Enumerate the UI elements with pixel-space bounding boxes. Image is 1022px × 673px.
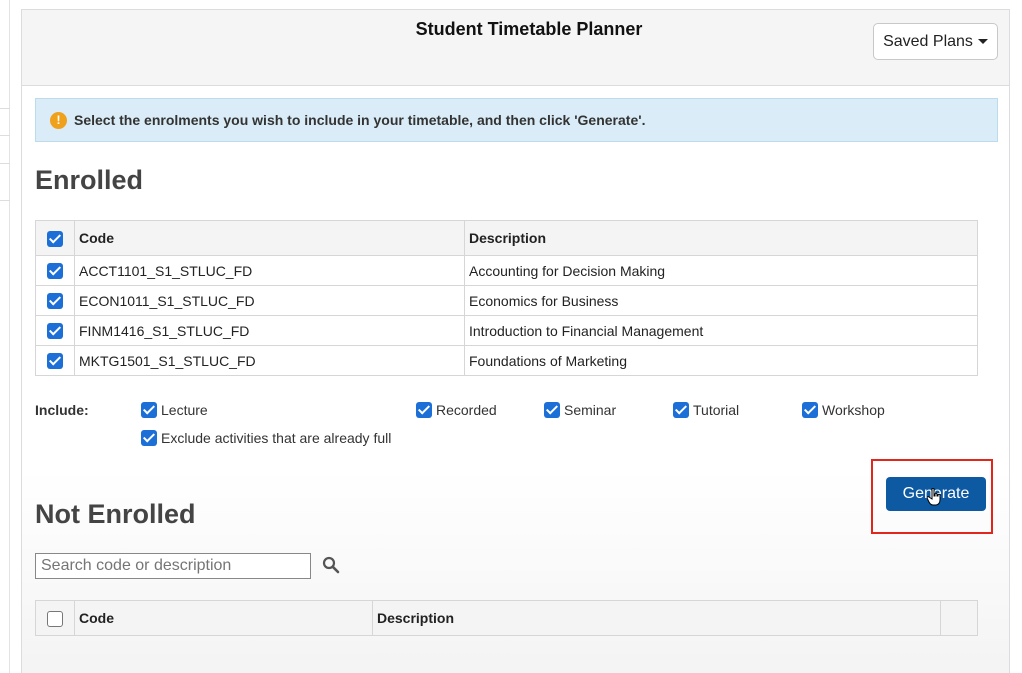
enrolled-table: Code Description ACCT1101_S1_STLUC_FD Ac… [35, 220, 978, 376]
table-row: ECON1011_S1_STLUC_FD Economics for Busin… [35, 285, 978, 316]
row-checkbox[interactable] [47, 323, 63, 340]
exclude-full-checkbox[interactable] [141, 430, 157, 446]
column-header-code[interactable]: Code [74, 600, 373, 636]
not-enrolled-heading: Not Enrolled [35, 499, 196, 529]
select-all-cell [35, 220, 75, 256]
column-header-code[interactable]: Code [74, 220, 465, 256]
saved-plans-label: Saved Plans [883, 32, 973, 50]
not-enrolled-table: Code Description [35, 600, 978, 636]
course-code: FINM1416_S1_STLUC_FD [74, 315, 465, 346]
hand-cursor-icon [927, 488, 941, 506]
course-description: Introduction to Financial Management [464, 315, 978, 346]
page-title: Student Timetable Planner [415, 19, 643, 39]
timetable-planner-panel: Student Timetable Planner Saved Plans ! … [21, 9, 1010, 673]
divider [0, 200, 10, 201]
enrolled-heading: Enrolled [35, 165, 144, 195]
option-exclude-full[interactable]: Exclude activities that are already full [141, 430, 391, 446]
course-description: Foundations of Marketing [464, 345, 978, 376]
select-all-checkbox[interactable] [47, 610, 63, 627]
option-seminar[interactable]: Seminar [544, 402, 616, 418]
search-input[interactable] [35, 553, 311, 579]
option-recorded[interactable]: Recorded [416, 402, 497, 418]
table-row: ACCT1101_S1_STLUC_FD Accounting for Deci… [35, 255, 978, 286]
panel-header: Student Timetable Planner Saved Plans [22, 10, 1009, 86]
course-description: Economics for Business [464, 285, 978, 316]
table-header-row: Code Description [35, 600, 978, 636]
select-all-checkbox[interactable] [47, 230, 63, 247]
course-description: Accounting for Decision Making [464, 255, 978, 286]
option-lecture[interactable]: Lecture [141, 402, 208, 418]
table-header-row: Code Description [35, 220, 978, 256]
column-header-empty [940, 600, 978, 636]
recorded-checkbox[interactable] [416, 402, 432, 418]
caret-down-icon [977, 39, 988, 44]
column-header-description[interactable]: Description [464, 220, 978, 256]
tutorial-checkbox[interactable] [673, 402, 689, 418]
column-header-description[interactable]: Description [372, 600, 941, 636]
row-checkbox[interactable] [47, 353, 63, 370]
row-checkbox[interactable] [47, 293, 63, 310]
divider [0, 163, 10, 164]
option-tutorial[interactable]: Tutorial [673, 402, 739, 418]
search-icon[interactable] [319, 551, 343, 579]
course-code: ECON1011_S1_STLUC_FD [74, 285, 465, 316]
info-alert: ! Select the enrolments you wish to incl… [35, 98, 998, 142]
info-text: Select the enrolments you wish to includ… [74, 112, 646, 128]
divider [0, 135, 10, 136]
left-sidebar-edge [0, 0, 10, 673]
saved-plans-dropdown[interactable]: Saved Plans [873, 23, 998, 60]
exclamation-circle-icon: ! [50, 111, 67, 129]
seminar-checkbox[interactable] [544, 402, 560, 418]
option-workshop[interactable]: Workshop [802, 402, 885, 418]
lecture-checkbox[interactable] [141, 402, 157, 418]
divider [0, 108, 10, 109]
workshop-checkbox[interactable] [802, 402, 818, 418]
course-code: MKTG1501_S1_STLUC_FD [74, 345, 465, 376]
include-label: Include: [35, 402, 89, 418]
table-row: FINM1416_S1_STLUC_FD Introduction to Fin… [35, 315, 978, 346]
row-checkbox[interactable] [47, 263, 63, 280]
table-row: MKTG1501_S1_STLUC_FD Foundations of Mark… [35, 345, 978, 376]
select-all-cell [35, 600, 75, 636]
course-code: ACCT1101_S1_STLUC_FD [74, 255, 465, 286]
